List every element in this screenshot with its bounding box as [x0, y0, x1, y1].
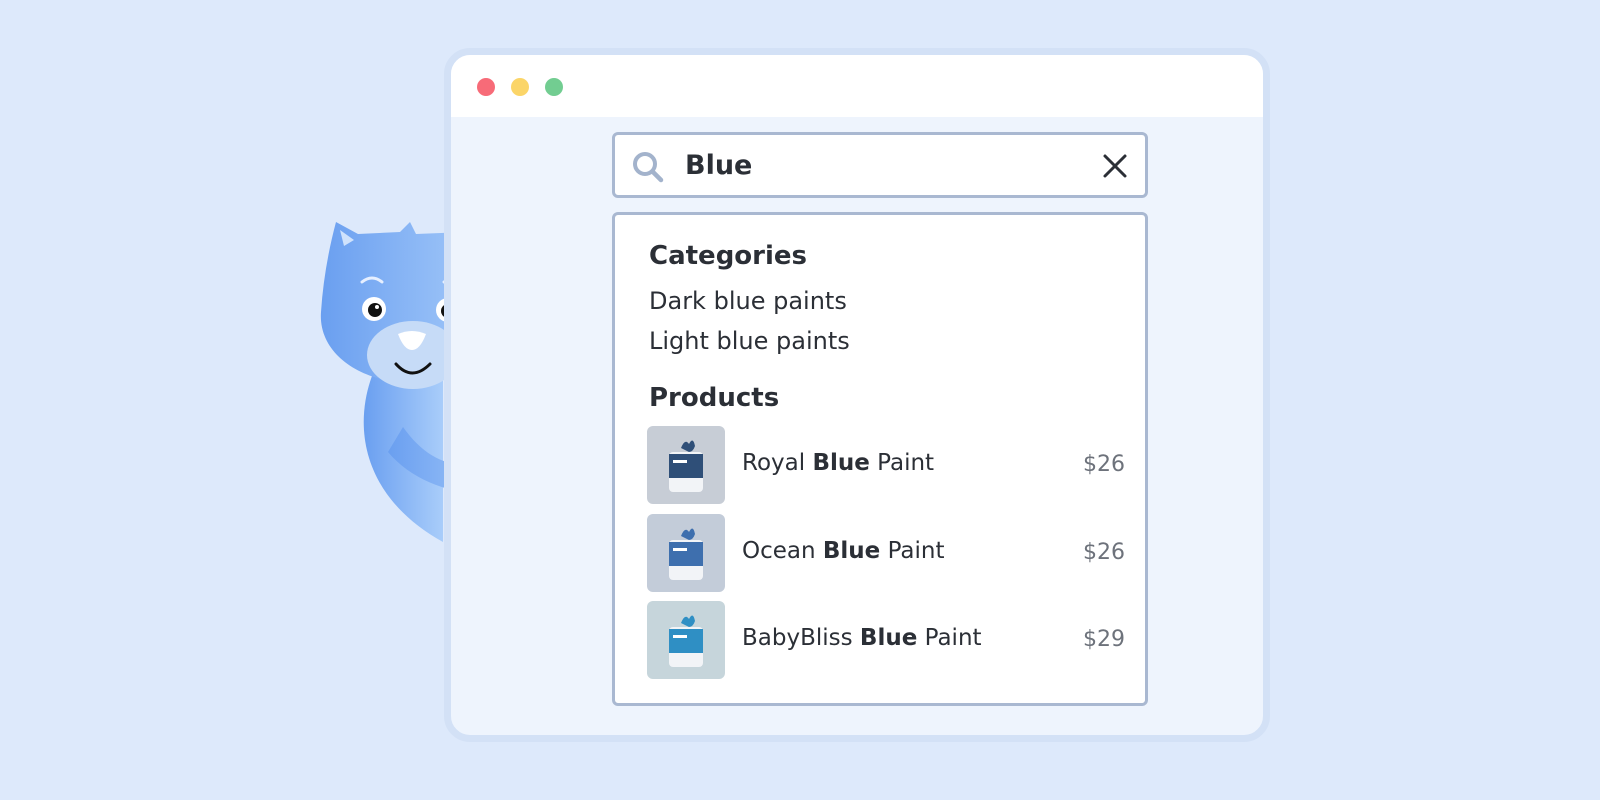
product-name: Royal Blue Paint: [742, 450, 935, 476]
product-price: $29: [1083, 627, 1125, 652]
search-input[interactable]: Blue: [612, 132, 1148, 198]
paint-can-icon: [669, 440, 703, 492]
product-thumbnail: [647, 514, 725, 592]
product-item[interactable]: Ocean Blue Paint $26: [647, 514, 1125, 592]
search-icon: [633, 152, 664, 183]
product-name: Ocean Blue Paint: [742, 538, 945, 564]
search-results-dropdown: Categories Dark blue paints Light blue p…: [612, 212, 1148, 706]
paint-can-icon: [669, 528, 703, 580]
close-icon[interactable]: [1102, 153, 1128, 179]
minimize-window-button[interactable]: [511, 78, 529, 96]
product-thumbnail: [647, 601, 725, 679]
category-item[interactable]: Light blue paints: [649, 327, 850, 355]
products-heading: Products: [649, 383, 780, 413]
categories-heading: Categories: [649, 241, 808, 271]
window-titlebar: [451, 55, 1263, 117]
browser-window: Blue Categories Dark blue paints Light b…: [444, 48, 1270, 742]
product-price: $26: [1083, 540, 1125, 565]
product-item[interactable]: BabyBliss Blue Paint $29: [647, 601, 1125, 679]
product-thumbnail: [647, 426, 725, 504]
product-name: BabyBliss Blue Paint: [742, 625, 982, 651]
product-item[interactable]: Royal Blue Paint $26: [647, 426, 1125, 504]
search-query-text: Blue: [685, 150, 753, 181]
paint-can-icon: [669, 615, 703, 667]
product-price: $26: [1083, 452, 1125, 477]
close-window-button[interactable]: [477, 78, 495, 96]
category-item[interactable]: Dark blue paints: [649, 287, 847, 315]
maximize-window-button[interactable]: [545, 78, 563, 96]
